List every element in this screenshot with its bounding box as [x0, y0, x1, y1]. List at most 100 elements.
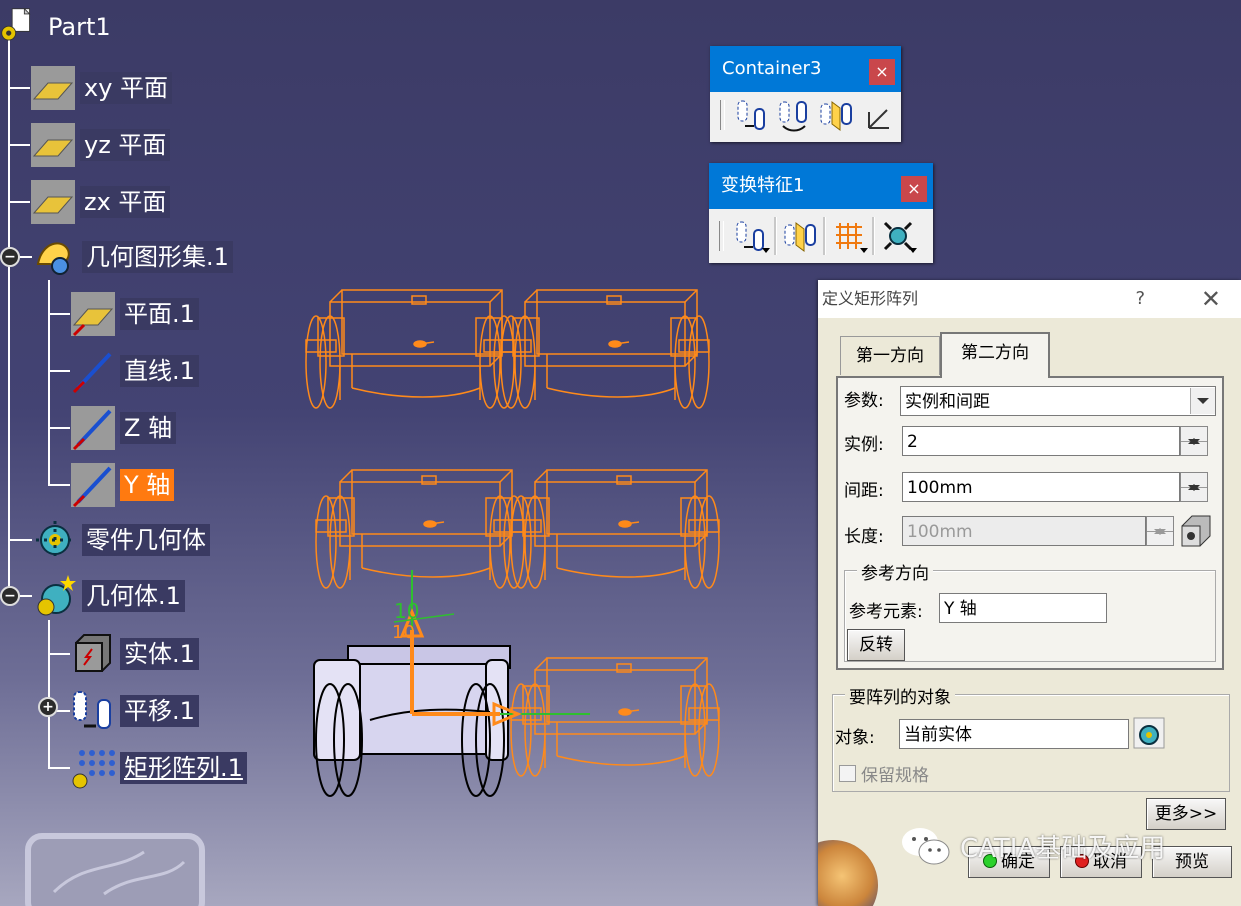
transformations-dropdown-button[interactable] [732, 217, 770, 255]
tree-item-label: 平移.1 [120, 695, 199, 727]
translation-icon [736, 221, 764, 251]
tree-item-y-axis[interactable]: Y 轴 [70, 463, 175, 508]
rectangular-pattern-dropdown-button[interactable] [830, 217, 868, 255]
group-title: 参考方向 [857, 559, 933, 584]
scaling-dropdown-button[interactable] [879, 217, 917, 255]
help-button[interactable]: ? [1135, 280, 1145, 318]
toolbar-close-button[interactable]: × [869, 59, 895, 85]
object-label: 对象: [835, 728, 875, 748]
toolbar-title-bar[interactable]: Container3 × [710, 46, 901, 92]
tree-item-plane-1[interactable]: 平面.1 [70, 292, 199, 337]
collapse-toggle-geometric-set[interactable]: − [0, 247, 20, 267]
tree-item-label-selected: Y 轴 [120, 469, 175, 501]
tree-item-label: 矩形阵列.1 [120, 752, 247, 784]
translate-icon [73, 691, 111, 729]
toolbar-separator [872, 217, 875, 255]
toolbar-separator [774, 217, 777, 255]
pattern-instance [500, 289, 710, 409]
tree-root-part[interactable]: Part1 [0, 7, 115, 44]
tab-first-direction[interactable]: 第一方向 [840, 336, 940, 375]
rectangular-pattern-icon [836, 223, 862, 249]
reference-element-label: 参考元素: [849, 602, 923, 622]
tab-second-direction[interactable]: 第二方向 [940, 332, 1050, 378]
tree-item-translate-1[interactable]: 平移.1 [70, 691, 199, 729]
compass-widget[interactable] [24, 832, 206, 906]
rectangular-pattern-icon [72, 750, 115, 789]
object-to-pattern-group: 要阵列的对象 对象: 当前实体 保留规格 [832, 683, 1230, 792]
tree-item-zx-plane[interactable]: zx 平面 [30, 180, 171, 224]
symmetry-button[interactable] [817, 96, 855, 134]
tree-item-line-1[interactable]: 直线.1 [70, 352, 199, 394]
tree-item-label: 零件几何体 [82, 524, 210, 556]
dialog-title-bar[interactable]: 定义矩形阵列 ? ✕ [818, 280, 1241, 318]
symmetry-icon [820, 101, 852, 131]
viewport-3d[interactable]: 10 10 [290, 260, 730, 810]
translation-button[interactable] [733, 96, 771, 134]
scaling-icon [883, 221, 913, 251]
toolbar-separator [823, 217, 826, 255]
tree-item-geometric-set[interactable]: 几何图形集.1 [32, 240, 233, 275]
tree-item-rect-pattern-1[interactable]: 矩形阵列.1 [70, 750, 247, 789]
wechat-icon [902, 828, 950, 865]
keep-specification-label: 保留规格 [861, 766, 929, 786]
tree-item-label: 几何体.1 [82, 580, 185, 612]
reference-direction-group: 参考方向 参考元素: Y 轴 反转 [844, 559, 1216, 662]
toolbar-close-button[interactable]: × [901, 176, 927, 202]
toolbar-title-bar[interactable]: 变换特征1 × [709, 163, 933, 209]
length-spinner [1146, 516, 1174, 546]
axis-dimension-label-x: 10 [392, 622, 415, 643]
instances-spinner[interactable] [1180, 426, 1208, 456]
tree-item-body-1[interactable]: 几何体.1 [32, 575, 185, 616]
spacing-spinner[interactable] [1180, 472, 1208, 502]
toolbar-container3: Container3 × [710, 46, 901, 142]
part-body-icon [36, 521, 74, 559]
rotation-icon [779, 101, 807, 132]
solid-icon [75, 634, 111, 672]
pattern-instance [510, 469, 720, 589]
tree-item-xy-plane[interactable]: xy 平面 [30, 66, 173, 110]
line-icon [72, 352, 112, 394]
length-label: 长度: [844, 527, 884, 547]
tree-item-label: xy 平面 [80, 72, 173, 104]
plane-icon [31, 66, 75, 110]
reference-element-input[interactable]: Y 轴 [939, 593, 1107, 623]
dialog-title: 定义矩形阵列 [822, 289, 919, 308]
tree-item-label: 实体.1 [120, 638, 199, 670]
parameters-select[interactable]: 实例和间距 [900, 386, 1216, 416]
expand-toggle-translate[interactable]: + [38, 697, 58, 717]
watermark-text: CATIA基础及应用 [960, 833, 1166, 864]
tree-item-yz-plane[interactable]: yz 平面 [30, 123, 171, 167]
toolbar-grip[interactable] [719, 221, 724, 251]
tree-item-label: Z 轴 [120, 412, 177, 444]
mirror-icon [784, 222, 816, 252]
rotation-button[interactable] [775, 96, 813, 134]
part-document-icon [1, 7, 31, 41]
dialog-decoration [818, 840, 878, 906]
toolbar-title: Container3 [722, 58, 822, 79]
object-input[interactable]: 当前实体 [899, 719, 1129, 749]
geometric-set-icon [36, 242, 70, 275]
translation-icon [737, 100, 765, 130]
tree-item-label: yz 平面 [80, 129, 171, 161]
specification-tree: − − + Part1 xy 平面 yz 平面 zx 平面 几何图形集.1 平面… [0, 0, 300, 800]
length-input: 100mm [902, 516, 1146, 546]
chevron-down-icon[interactable] [1190, 388, 1215, 414]
collapse-toggle-body[interactable]: − [0, 586, 20, 606]
axis-to-axis-button[interactable] [859, 96, 897, 134]
tree-item-part-body[interactable]: 零件几何体 [32, 521, 210, 559]
keep-specification-checkbox[interactable] [839, 765, 856, 782]
toolbar-grip[interactable] [720, 100, 725, 130]
spacing-input[interactable]: 100mm [902, 472, 1180, 502]
mirror-button[interactable] [781, 217, 819, 255]
measure-tool-icon[interactable] [1178, 512, 1214, 548]
axis-system-icon [868, 109, 889, 129]
dialog-close-button[interactable]: ✕ [1201, 280, 1221, 318]
tree-item-z-axis[interactable]: Z 轴 [70, 406, 177, 451]
reverse-button[interactable]: 反转 [847, 629, 905, 661]
tree-item-solid-1[interactable]: 实体.1 [70, 634, 199, 672]
axis-line-icon [71, 406, 115, 451]
tree-item-label: 几何图形集.1 [82, 241, 233, 273]
select-object-icon[interactable] [1133, 717, 1165, 749]
instances-input[interactable]: 2 [902, 426, 1180, 456]
toolbar-transformation-features: 变换特征1 × [709, 163, 933, 263]
